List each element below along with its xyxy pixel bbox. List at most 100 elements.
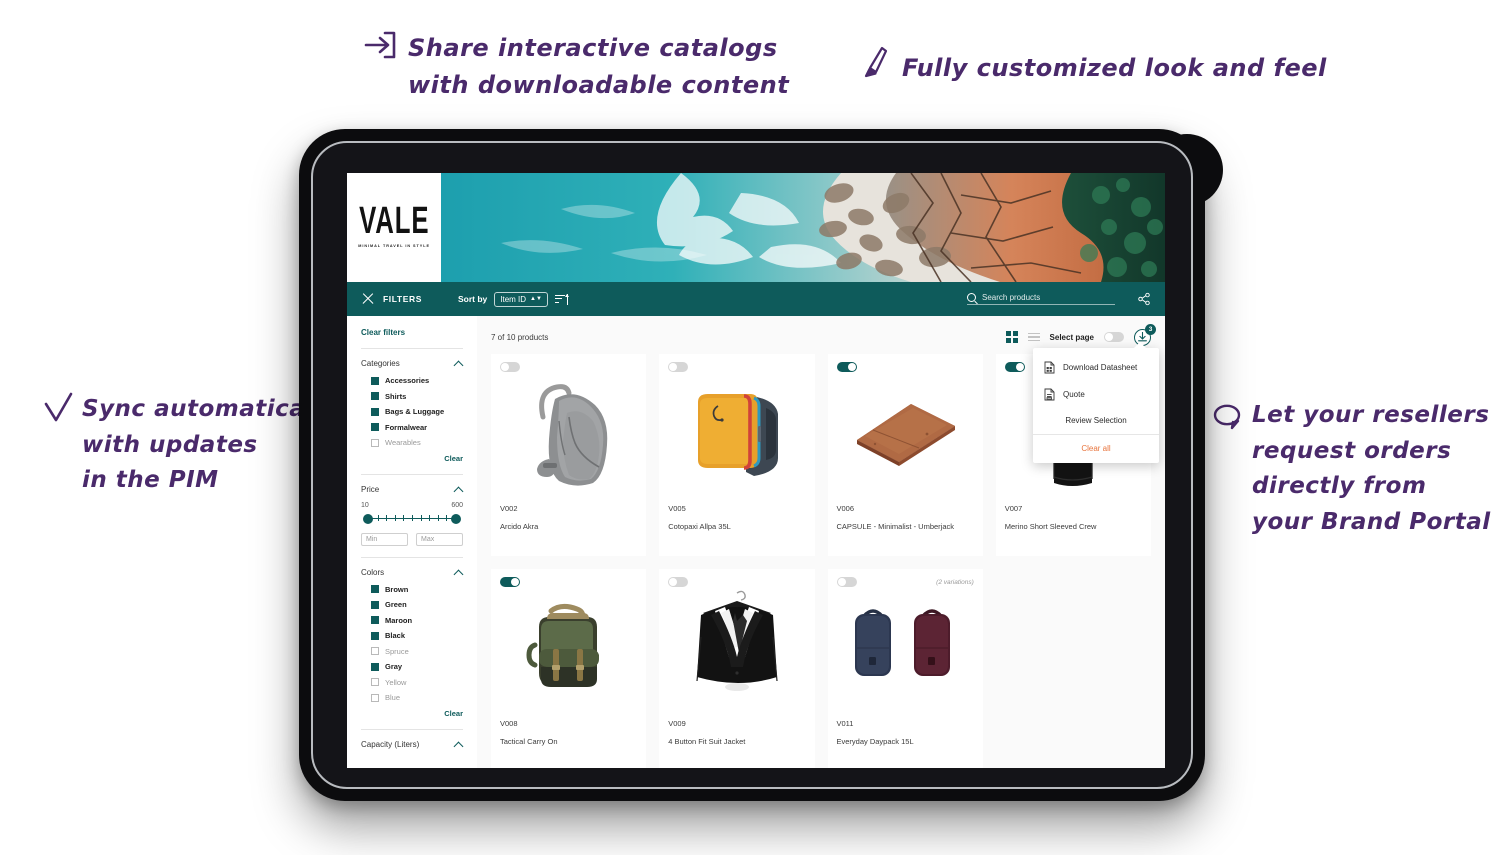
price-min-value: 10	[361, 501, 369, 509]
sort-field-select[interactable]: Item ID ▲▼	[494, 291, 548, 307]
product-card[interactable]: V005 Cotopaxi Allpa 35L	[659, 354, 815, 556]
filter-option-formalwear[interactable]: Formalwear	[361, 423, 463, 432]
filter-group-title: Categories	[361, 359, 400, 368]
tablet-screen: VALE MINIMAL TRAVEL IN STYLE FILTERS Sor…	[347, 173, 1165, 768]
filter-option-bags-luggage[interactable]: Bags & Luggage	[361, 407, 463, 416]
filter-group-capacity-header[interactable]: Capacity (Liters)	[361, 740, 463, 749]
product-name: Everyday Daypack 15L	[836, 737, 914, 746]
product-name: Tactical Carry On	[500, 737, 558, 746]
product-select-toggle[interactable]	[668, 362, 689, 372]
filter-group-colors-header[interactable]: Colors	[361, 568, 463, 577]
dropdown-item-download-datasheet[interactable]: Download Datasheet	[1033, 354, 1159, 381]
filter-group-title: Colors	[361, 567, 385, 577]
product-count-label: 7 of 10 products	[491, 332, 549, 342]
dropdown-item-clear-all[interactable]: Clear all	[1033, 435, 1159, 463]
chevron-up-icon	[454, 359, 463, 368]
filter-option-blue[interactable]: Blue	[361, 693, 463, 702]
paintbrush-icon	[864, 46, 888, 78]
dropdown-item-review-selection[interactable]: Review Selection	[1033, 408, 1159, 434]
product-variations-label: (2 variations)	[936, 578, 974, 586]
select-page-label: Select page	[1049, 332, 1094, 342]
filter-option-black[interactable]: Black	[361, 631, 463, 640]
card-header	[836, 362, 974, 372]
product-card[interactable]: V009 4 Button Fit Suit Jacket	[659, 569, 815, 768]
clear-filters-link[interactable]: Clear filters	[361, 328, 463, 337]
product-image-brown-wallet	[837, 374, 974, 492]
filter-option-yellow[interactable]: Yellow	[361, 678, 463, 687]
card-header: (2 variations)	[836, 577, 974, 587]
product-card[interactable]: V006 CAPSULE - Minimalist - Umberjack	[827, 354, 983, 556]
catalog-body: Clear filters Categories Accessories Shi…	[347, 316, 1165, 768]
filter-group-title: Capacity (Liters)	[361, 739, 420, 749]
card-header	[668, 577, 805, 587]
filter-option-maroon[interactable]: Maroon	[361, 616, 463, 625]
slider-knob-max[interactable]	[451, 513, 461, 524]
checkbox-icon	[371, 600, 379, 609]
filter-option-brown[interactable]: Brown	[361, 585, 463, 594]
annotation-customized-look: Fully customized look and feel	[902, 54, 1327, 82]
hero-image-ocean-coastline	[441, 173, 1165, 282]
checkbox-icon	[371, 376, 379, 385]
checkbox-icon	[371, 392, 379, 400]
checkbox-icon	[371, 423, 379, 431]
product-select-toggle[interactable]	[1004, 362, 1025, 372]
filter-option-label: Brown	[385, 584, 409, 594]
selection-count-badge: 3	[1145, 323, 1156, 335]
product-select-toggle[interactable]	[500, 577, 520, 587]
slider-knob-min[interactable]	[363, 513, 373, 524]
product-card[interactable]: V002 Arcido Akra	[491, 354, 647, 556]
spinner-arrows-icon: ▲▼	[530, 295, 542, 302]
product-sku: V002	[500, 504, 518, 513]
divider	[361, 556, 463, 558]
checkbox-icon	[371, 693, 379, 702]
product-select-toggle[interactable]	[836, 362, 857, 372]
grid-view-icon[interactable]	[1005, 331, 1018, 343]
filter-option-green[interactable]: Green	[361, 600, 463, 609]
product-name: Merino Short Sleeved Crew	[1004, 522, 1097, 531]
filter-option-label: Black	[385, 631, 406, 640]
list-view-icon[interactable]	[1027, 332, 1040, 342]
checkbox-icon	[371, 631, 379, 640]
filter-group-price-header[interactable]: Price	[361, 485, 463, 494]
clear-colors-link[interactable]: Clear	[361, 709, 463, 718]
filter-option-accessories[interactable]: Accessories	[361, 376, 463, 385]
speech-bubble-icon	[1213, 404, 1241, 430]
product-select-toggle[interactable]	[500, 362, 520, 372]
slider-track	[369, 515, 455, 521]
product-sku: V009	[668, 719, 686, 728]
filter-group-categories-header[interactable]: Categories	[361, 359, 463, 368]
brand-logo[interactable]: VALE MINIMAL TRAVEL IN STYLE	[347, 173, 441, 282]
filter-option-gray[interactable]: Gray	[361, 662, 463, 671]
search-box[interactable]	[967, 293, 1115, 305]
checkbox-icon	[371, 678, 379, 686]
search-input[interactable]	[982, 293, 1115, 302]
price-inputs: Min Max	[361, 532, 463, 546]
product-name: 4 Button Fit Suit Jacket	[668, 737, 746, 746]
product-sku: V011	[836, 719, 854, 728]
product-card[interactable]: V008 Tactical Carry On	[491, 569, 647, 768]
sort-by-label: Sort by	[457, 294, 488, 304]
price-min-input[interactable]: Min	[361, 532, 408, 546]
product-select-toggle[interactable]	[836, 577, 857, 587]
product-image-two-daypacks	[837, 589, 974, 707]
share-nodes-icon[interactable]	[1137, 292, 1151, 306]
sort-direction-ascending-icon[interactable]	[554, 293, 570, 305]
product-select-toggle[interactable]	[668, 577, 689, 587]
select-page-toggle[interactable]	[1104, 332, 1124, 342]
grid-toolbar-right: Select page 3	[1005, 323, 1156, 346]
price-range-slider[interactable]	[363, 513, 461, 525]
product-image-black-suit-jacket	[668, 589, 805, 707]
product-card[interactable]: (2 variations) V011 Everyday Daypack 15L	[827, 569, 983, 768]
filters-label: FILTERS	[383, 294, 422, 304]
filter-option-label: Gray	[385, 662, 403, 671]
download-options-dropdown: Download Datasheet Quote Review Selectio…	[1033, 342, 1159, 463]
logo-tagline: MINIMAL TRAVEL IN STYLE	[358, 244, 430, 248]
filter-option-wearables[interactable]: Wearables	[361, 438, 463, 447]
price-max-input[interactable]: Max	[416, 532, 463, 546]
product-sku: V005	[668, 504, 686, 513]
filter-option-spruce[interactable]: Spruce	[361, 647, 463, 656]
filters-toggle-button[interactable]: FILTERS	[361, 292, 422, 306]
dropdown-item-quote[interactable]: Quote	[1033, 381, 1159, 408]
filter-option-shirts[interactable]: Shirts	[361, 392, 463, 401]
clear-categories-link[interactable]: Clear	[361, 454, 463, 463]
